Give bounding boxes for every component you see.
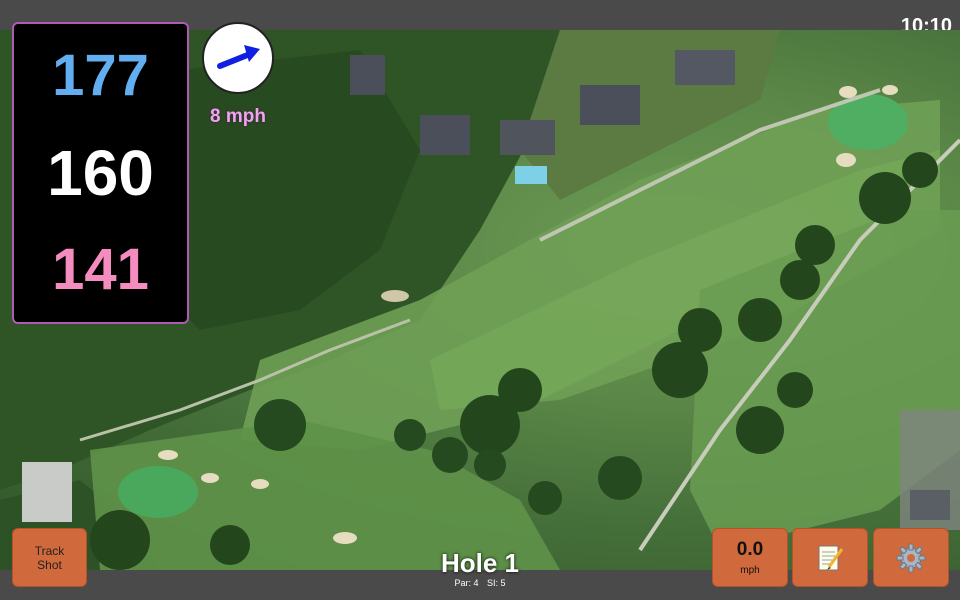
wind-speed-label: 8 mph bbox=[210, 106, 266, 127]
hole-meta: Par: 4 SI: 5 bbox=[380, 578, 580, 588]
notepad-icon bbox=[818, 545, 844, 570]
track-shot-label-line1: Track bbox=[34, 543, 65, 558]
hole-stroke-index: SI: 5 bbox=[487, 578, 506, 588]
notes-button[interactable] bbox=[792, 528, 868, 587]
wind-value: 0.0 bbox=[736, 539, 764, 560]
hole-title: Hole 1 bbox=[440, 548, 520, 578]
distance-back: 177 bbox=[52, 43, 149, 108]
distance-middle: 160 bbox=[47, 137, 154, 209]
wind-arrow-icon bbox=[217, 45, 260, 69]
gear-icon bbox=[896, 543, 926, 572]
settings-button[interactable] bbox=[873, 528, 949, 587]
hole-par: Par: 4 bbox=[454, 578, 479, 588]
wind-unit: mph bbox=[740, 565, 760, 576]
distance-front: 141 bbox=[52, 237, 149, 302]
wind-speed-button[interactable]: 0.0 mph bbox=[712, 528, 788, 587]
track-shot-button[interactable]: Track Shot bbox=[12, 528, 87, 587]
wind-direction-dial bbox=[202, 22, 274, 94]
track-shot-label-line2: Shot bbox=[37, 557, 62, 572]
distance-panel: 177 160 141 bbox=[12, 22, 189, 324]
